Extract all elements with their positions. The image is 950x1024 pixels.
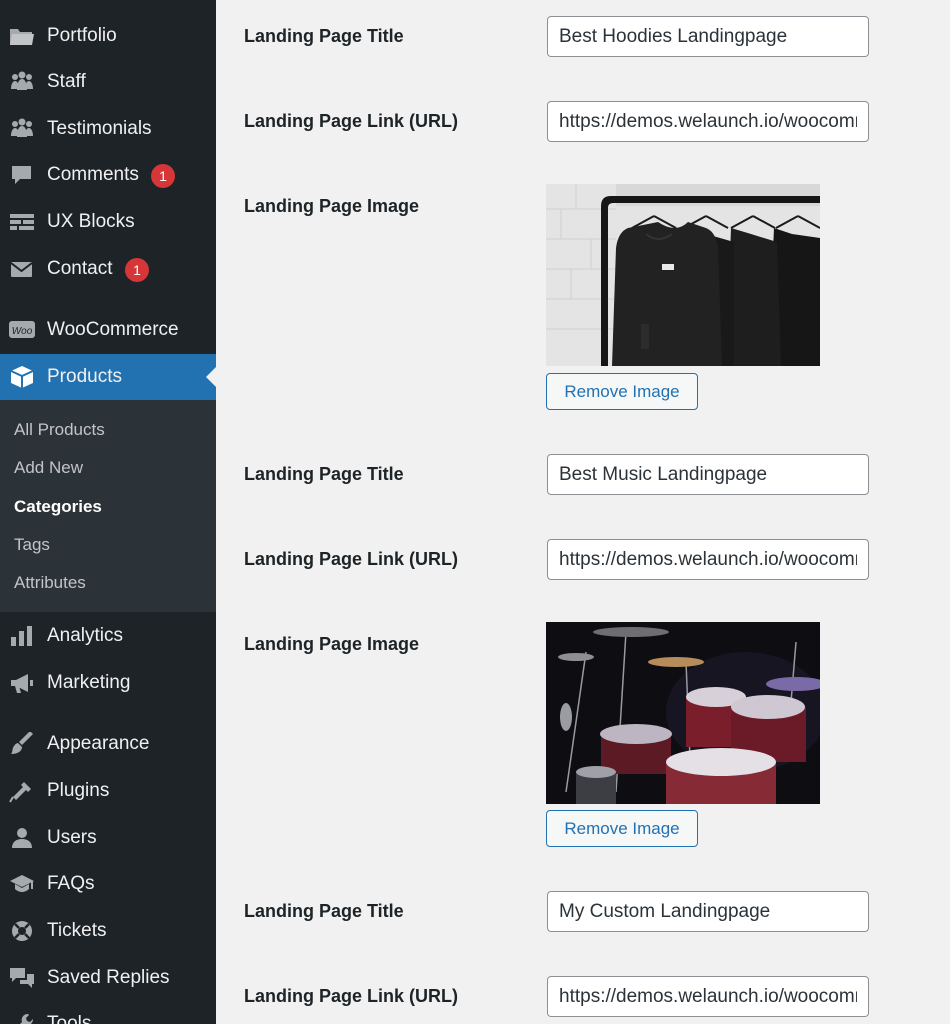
menu-ux-blocks[interactable]: UX Blocks — [0, 199, 216, 245]
landing-page-title-label: Landing Page Title — [244, 26, 404, 46]
menu-label: Products — [47, 366, 122, 387]
menu-label: UX Blocks — [47, 211, 135, 232]
menu-woocommerce[interactable]: Woo WooCommerce — [0, 307, 216, 353]
landing-page-title-label: Landing Page Title — [244, 901, 404, 921]
menu-saved-replies[interactable]: Saved Replies — [0, 955, 216, 1001]
products-submenu: All Products Add New Categories Tags Att… — [0, 400, 216, 612]
box-icon — [9, 365, 35, 389]
menu-portfolio[interactable]: Portfolio — [0, 13, 216, 59]
menu-label: Marketing — [47, 672, 131, 693]
remove-image-button[interactable]: Remove Image — [546, 373, 698, 410]
brush-icon — [9, 732, 35, 756]
menu-label: Staff — [47, 71, 86, 92]
svg-text:Woo: Woo — [12, 326, 33, 337]
mail-icon — [9, 257, 35, 281]
landing-page-link-input[interactable] — [547, 539, 869, 580]
plug-icon — [9, 779, 35, 803]
remove-image-button[interactable]: Remove Image — [546, 810, 698, 847]
people-icon — [9, 117, 35, 141]
landing-page-image-hoodies — [546, 184, 820, 366]
menu-label: Portfolio — [47, 25, 117, 46]
landing-page-image-label: Landing Page Image — [244, 196, 420, 216]
graduation-cap-icon — [9, 872, 35, 896]
wrench-icon — [9, 1012, 35, 1024]
landing-page-link-label: Landing Page Link (URL) — [244, 549, 458, 569]
submenu-add-new[interactable]: Add New — [14, 458, 83, 478]
landing-page-link-label: Landing Page Link (URL) — [244, 986, 458, 1006]
menu-label: Comments — [47, 164, 139, 185]
blocks-icon — [9, 210, 35, 234]
landing-page-link-label: Landing Page Link (URL) — [244, 111, 458, 131]
menu-label: Saved Replies — [47, 967, 170, 988]
menu-faqs[interactable]: FAQs — [0, 861, 216, 907]
comments-count-badge: 1 — [151, 164, 175, 188]
chat-bubbles-icon — [9, 966, 35, 990]
landing-page-title-input[interactable] — [547, 891, 869, 932]
megaphone-icon — [9, 671, 35, 695]
active-indicator — [206, 367, 216, 387]
landing-page-image-drums — [546, 622, 820, 804]
menu-plugins[interactable]: Plugins — [0, 768, 216, 814]
submenu-all-products[interactable]: All Products — [14, 420, 105, 440]
menu-tickets[interactable]: Tickets — [0, 908, 216, 954]
landing-pages-form: Landing Page Title Landing Page Link (UR… — [216, 0, 950, 1024]
submenu-tags[interactable]: Tags — [14, 535, 50, 555]
landing-page-title-label: Landing Page Title — [244, 464, 404, 484]
menu-staff[interactable]: Staff — [0, 59, 216, 105]
bar-chart-icon — [9, 624, 35, 648]
submenu-categories[interactable]: Categories — [14, 497, 102, 517]
menu-label: Appearance — [47, 733, 150, 754]
contact-count-badge: 1 — [125, 258, 149, 282]
menu-comments[interactable]: Comments 1 — [0, 152, 216, 198]
menu-testimonials[interactable]: Testimonials — [0, 106, 216, 152]
menu-label: Analytics — [47, 625, 124, 646]
user-icon — [9, 826, 35, 850]
lifebuoy-icon — [9, 919, 35, 943]
admin-sidebar: Portfolio Staff Testimonials Comments 1 … — [0, 0, 216, 1024]
menu-label: Testimonials — [47, 118, 152, 139]
menu-tools[interactable]: Tools — [0, 1001, 216, 1024]
folder-icon — [9, 24, 35, 48]
landing-page-title-input[interactable] — [547, 16, 869, 57]
menu-label: Tools — [47, 1013, 92, 1024]
menu-products[interactable]: Products — [0, 354, 216, 400]
menu-analytics[interactable]: Analytics — [0, 613, 216, 659]
menu-label: FAQs — [47, 873, 95, 894]
menu-marketing[interactable]: Marketing — [0, 660, 216, 706]
menu-label: Tickets — [47, 920, 107, 941]
menu-contact[interactable]: Contact 1 — [0, 246, 216, 292]
menu-appearance[interactable]: Appearance — [0, 721, 216, 767]
landing-page-image-label: Landing Page Image — [244, 634, 420, 654]
menu-label: Contact — [47, 258, 113, 279]
menu-label: Plugins — [47, 780, 110, 801]
people-icon — [9, 70, 35, 94]
woo-icon: Woo — [9, 318, 35, 342]
comment-icon — [9, 163, 35, 187]
menu-users[interactable]: Users — [0, 815, 216, 861]
landing-page-link-input[interactable] — [547, 976, 869, 1017]
menu-label: WooCommerce — [47, 319, 179, 340]
landing-page-title-input[interactable] — [547, 454, 869, 495]
menu-label: Users — [47, 827, 97, 848]
submenu-attributes[interactable]: Attributes — [14, 573, 86, 593]
landing-page-link-input[interactable] — [547, 101, 869, 142]
